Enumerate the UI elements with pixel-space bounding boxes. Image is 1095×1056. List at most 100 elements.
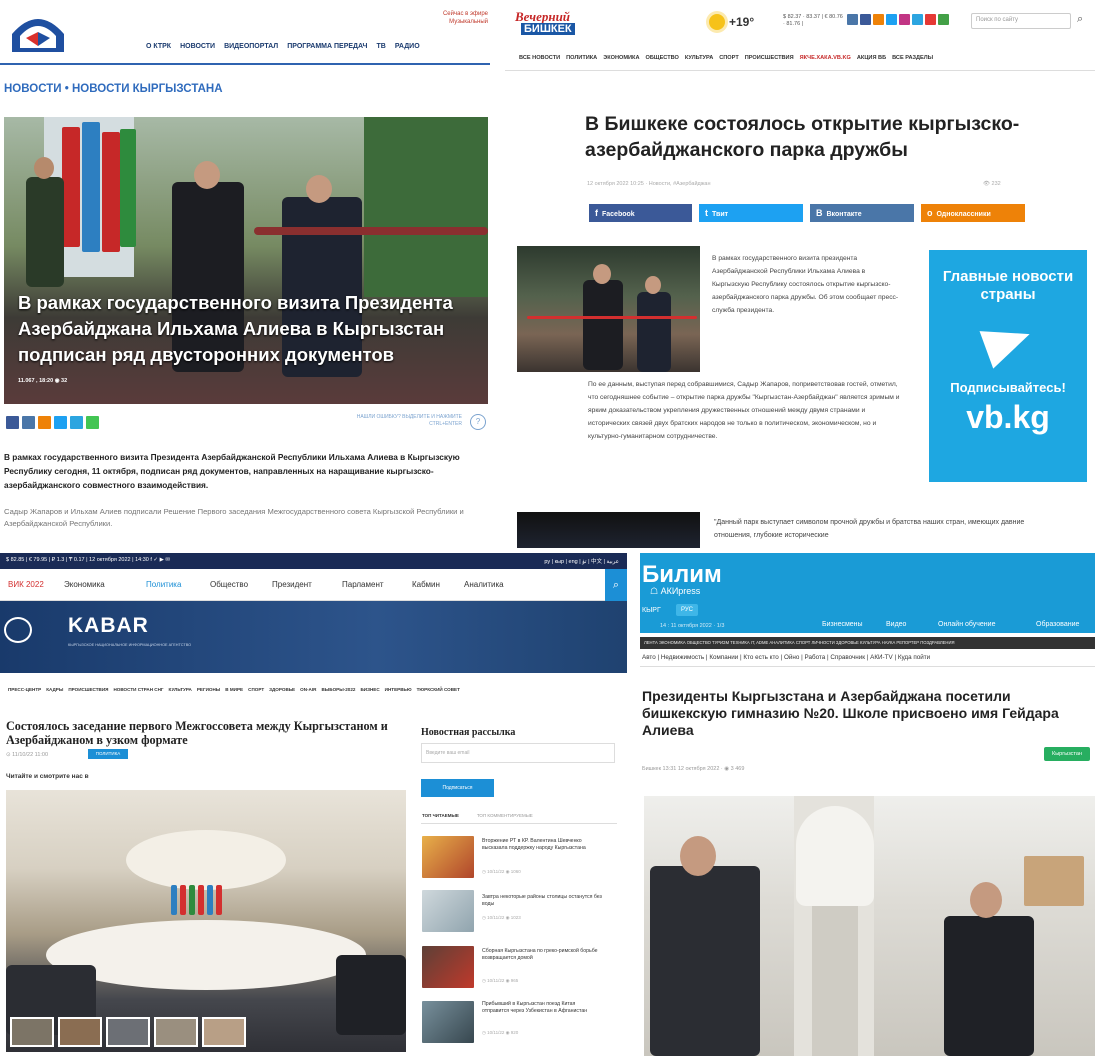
nav-item[interactable]: КУЛЬТУРА — [169, 687, 192, 692]
subscribe-button[interactable]: Подписаться — [421, 779, 494, 797]
nav-divider — [505, 70, 1095, 71]
nav-item[interactable]: КАДРЫ — [46, 687, 63, 692]
nav-item[interactable]: РЕГИОНЫ — [197, 687, 220, 692]
ok-share-button[interactable]: o Одноклассники — [921, 204, 1025, 222]
gallery-thumb[interactable] — [154, 1017, 198, 1047]
news-thumb[interactable] — [422, 1001, 474, 1043]
search-icon[interactable]: ⌕ — [1077, 13, 1083, 26]
service-strip[interactable]: Авто | Недвижимость | Компании | Кто ест… — [640, 649, 1095, 667]
header-nav-video[interactable]: Видео — [886, 621, 906, 628]
ok-icon[interactable] — [38, 416, 51, 429]
telegram-icon[interactable] — [70, 416, 83, 429]
nav-video[interactable]: ВИДЕОПОРТАЛ — [224, 43, 278, 50]
menu-president[interactable]: Президент — [272, 580, 312, 589]
email-input[interactable]: Введите ваш email — [421, 743, 615, 763]
menu-parliament[interactable]: Парламент — [342, 580, 384, 589]
menu-analytics[interactable]: Аналитика — [464, 580, 504, 589]
lead-overlay-title[interactable]: В рамках государственного визита Президе… — [18, 290, 473, 368]
bilim-logo[interactable]: Билим — [642, 561, 722, 589]
facebook-icon[interactable] — [860, 14, 871, 25]
menu-politics[interactable]: Политика — [146, 580, 181, 589]
language-switch[interactable]: ру | кыр | eng | تۈ | 中文 | عربية — [544, 557, 619, 565]
nav-incidents[interactable]: ПРОИСШЕСТВИЯ — [745, 55, 794, 61]
info-icon[interactable]: ? — [470, 414, 486, 430]
nav-item[interactable]: СПОРТ — [248, 687, 264, 692]
nav-action[interactable]: АКЦИЯ ВБ — [857, 55, 886, 61]
instagram-icon[interactable] — [899, 14, 910, 25]
nav-news[interactable]: НОВОСТИ — [180, 43, 215, 50]
gallery-thumb[interactable] — [106, 1017, 150, 1047]
news-title[interactable]: Сборная Кыргызстана по греко-римской бор… — [482, 948, 602, 962]
nav-culture[interactable]: КУЛЬТУРА — [685, 55, 713, 61]
main-nav: О КТРК НОВОСТИ ВИДЕОПОРТАЛ ПРОГРАММА ПЕР… — [146, 43, 420, 50]
on-air-label[interactable]: Сейчас в эфире Музыкальный — [380, 10, 488, 26]
nav-item[interactable]: ПРЕСС-ЦЕНТР — [8, 687, 41, 692]
whatsapp-icon[interactable] — [86, 416, 99, 429]
menu-vik[interactable]: ВИК 2022 — [8, 580, 44, 589]
nav-item[interactable]: ТЮРКСКИЙ СОВЕТ — [417, 687, 460, 692]
category-badge[interactable]: Кыргызстан — [1044, 747, 1090, 761]
twitter-share-button[interactable]: t Твит — [699, 204, 803, 222]
news-thumb[interactable] — [422, 836, 474, 878]
nav-all-sections[interactable]: ВСЕ РАЗДЕЛЫ — [892, 55, 933, 61]
header-nav-business[interactable]: Бизнесмены — [822, 621, 863, 628]
nav-radio[interactable]: РАДИО — [395, 43, 420, 50]
header-nav-online[interactable]: Онлайн обучение — [938, 621, 995, 628]
news-thumb[interactable] — [422, 890, 474, 932]
nav-sport[interactable]: СПОРТ — [719, 55, 739, 61]
facebook-share-button[interactable]: f Facebook — [589, 204, 692, 222]
nav-item[interactable]: ВЫБОРЫ-2022 — [321, 687, 355, 692]
rss-icon[interactable] — [938, 14, 949, 25]
nav-special[interactable]: ЯКЧЕ.ХАКА.VB.KG — [800, 55, 851, 61]
nav-item[interactable]: ПРОИСШЕСТВИЯ — [68, 687, 108, 692]
kabar-logo[interactable]: KABAR — [68, 614, 149, 638]
lang-kg[interactable]: КЫРГ — [642, 607, 661, 614]
gallery-thumb[interactable] — [202, 1017, 246, 1047]
telegram-icon[interactable] — [912, 14, 923, 25]
lang-ru-button[interactable]: РУС — [676, 604, 698, 616]
news-title[interactable]: Прибывший в Кыргызстан поезд Китая отпра… — [482, 1001, 602, 1015]
category-tag[interactable]: ПОЛИТИКА — [88, 749, 128, 759]
news-title[interactable]: Завтра некоторые районы столицы останутс… — [482, 894, 602, 908]
akipress-logo[interactable]: ☖ АКИpress — [650, 586, 700, 597]
menu-economy[interactable]: Экономика — [64, 580, 105, 589]
nav-economy[interactable]: ЭКОНОМИКА — [603, 55, 639, 61]
news-meta: ◷ 10/11/22 ◉ 920 — [482, 1030, 519, 1035]
tab-top-commented[interactable]: ТОП КОММЕНТИРУЕМЫЕ — [477, 813, 533, 818]
vk-icon[interactable] — [847, 14, 858, 25]
menu-cabinet[interactable]: Кабмин — [412, 580, 440, 589]
nav-item[interactable]: НОВОСТИ СТРАН СНГ — [113, 687, 163, 692]
nav-politics[interactable]: ПОЛИТИКА — [566, 55, 597, 61]
ktrk-logo-icon[interactable] — [6, 8, 70, 54]
menu-society[interactable]: Общество — [210, 580, 248, 589]
nav-item[interactable]: В МИРЕ — [225, 687, 243, 692]
vb-logo-bottom[interactable]: БИШКЕК — [521, 23, 575, 35]
facebook-icon[interactable] — [6, 416, 19, 429]
telegram-ad[interactable]: Главные новости страны Подписывайтесь! v… — [929, 250, 1087, 482]
header-nav-education[interactable]: Образование — [1036, 621, 1079, 628]
gallery-thumb[interactable] — [58, 1017, 102, 1047]
nav-about[interactable]: О КТРК — [146, 43, 171, 50]
nav-item[interactable]: ИНТЕРВЬЮ — [385, 687, 412, 692]
vk-icon[interactable] — [22, 416, 35, 429]
twitter-icon[interactable] — [54, 416, 67, 429]
youtube-icon[interactable] — [925, 14, 936, 25]
nav-item[interactable]: ЗДОРОВЬЕ — [269, 687, 295, 692]
nav-item[interactable]: БИЗНЕС — [360, 687, 379, 692]
search-input[interactable]: Поиск по сайту — [971, 13, 1071, 29]
nav-all[interactable]: ВСЕ НОВОСТИ — [519, 55, 560, 61]
vk-share-button[interactable]: B Вконтакте — [810, 204, 914, 222]
ok-icon[interactable] — [873, 14, 884, 25]
nav-program[interactable]: ПРОГРАММА ПЕРЕДАЧ — [287, 43, 367, 50]
nav-tv[interactable]: ТВ — [376, 43, 385, 50]
news-title[interactable]: Вторжение РТ в КР. Валентина Шевченко вы… — [482, 838, 602, 852]
twitter-icon[interactable] — [886, 14, 897, 25]
gallery-thumb[interactable] — [10, 1017, 54, 1047]
nav-society[interactable]: ОБЩЕСТВО — [646, 55, 679, 61]
breadcrumb[interactable]: НОВОСТИ • НОВОСТИ КЫРГЫЗСТАНА — [4, 83, 223, 95]
tab-top-read[interactable]: ТОП ЧИТАЕМЫЕ — [422, 813, 459, 818]
search-icon[interactable]: ⌕ — [605, 569, 627, 601]
nav-item[interactable]: ON-AIR — [300, 687, 316, 692]
category-strip[interactable]: ЛЕНТА ЭКОНОМИКА ОБЩЕСТВО ТУРИЗМ ТЕХНИКА … — [640, 637, 1095, 649]
news-thumb[interactable] — [422, 946, 474, 988]
